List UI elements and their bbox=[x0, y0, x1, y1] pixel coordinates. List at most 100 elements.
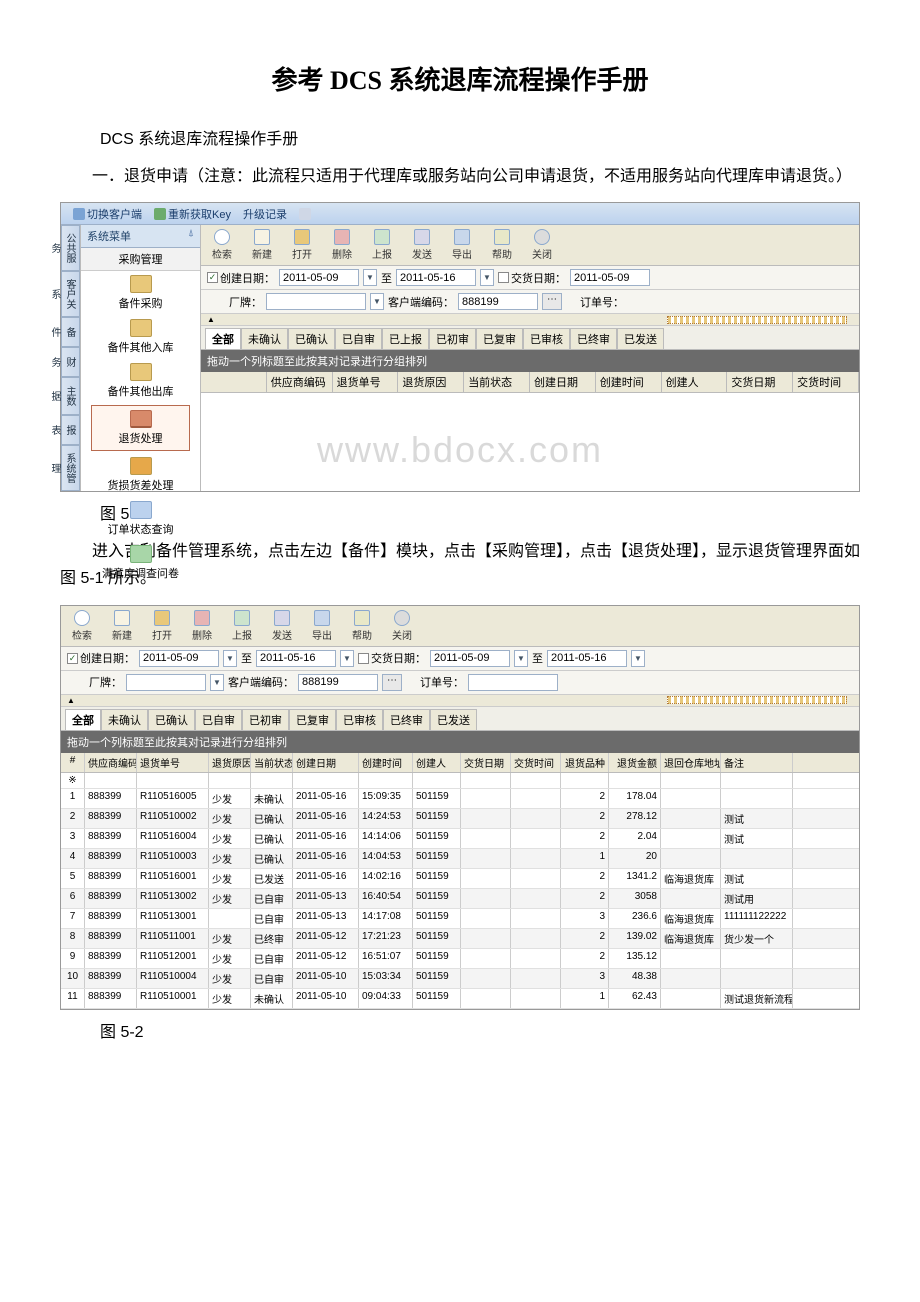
column-header[interactable]: 创建时间 bbox=[596, 372, 662, 392]
module-tab[interactable]: 主数据 bbox=[61, 377, 80, 415]
collapse-bar[interactable] bbox=[667, 316, 847, 324]
export-button[interactable]: 导出 bbox=[307, 610, 337, 642]
send-button[interactable]: 发送 bbox=[267, 610, 297, 642]
new-button[interactable]: 新建 bbox=[107, 610, 137, 642]
table-row[interactable]: 6888399R110513002少发已自审2011-05-1316:40:54… bbox=[61, 889, 859, 909]
column-header[interactable]: 交货日期 bbox=[727, 372, 793, 392]
column-header[interactable]: 退货原因 bbox=[398, 372, 464, 392]
column-header[interactable]: 供应商编码 bbox=[267, 372, 333, 392]
create-from-input[interactable]: 2011-05-09 bbox=[139, 650, 219, 667]
reget-key-button[interactable]: 重新获取Key bbox=[154, 206, 231, 222]
close-button[interactable]: 关闭 bbox=[527, 229, 557, 261]
search-button[interactable]: 检索 bbox=[67, 610, 97, 642]
column-header[interactable]: 创建日期 bbox=[530, 372, 596, 392]
search-button[interactable]: 检索 bbox=[207, 229, 237, 261]
status-tab[interactable]: 未确认 bbox=[241, 328, 288, 349]
table-row[interactable]: 8888399R110511001少发已终审2011-05-1217:21:23… bbox=[61, 929, 859, 949]
new-button[interactable]: 新建 bbox=[247, 229, 277, 261]
column-header[interactable]: 退回仓库地址 bbox=[661, 753, 721, 772]
create-date-check[interactable]: ✓ bbox=[67, 653, 78, 664]
tree-item[interactable]: 备件其他入库 bbox=[81, 315, 200, 359]
table-row[interactable]: 1888399R110516005少发未确认2011-05-1615:09:35… bbox=[61, 789, 859, 809]
open-button[interactable]: 打开 bbox=[147, 610, 177, 642]
brand-input[interactable] bbox=[266, 293, 366, 310]
close-button[interactable]: 关闭 bbox=[387, 610, 417, 642]
column-header[interactable]: 交货时间 bbox=[511, 753, 561, 772]
status-tab[interactable]: 未确认 bbox=[101, 709, 148, 730]
module-tab[interactable]: 财务 bbox=[61, 347, 80, 377]
status-tab[interactable]: 已发送 bbox=[430, 709, 477, 730]
status-tab[interactable]: 已终审 bbox=[570, 328, 617, 349]
status-tab[interactable]: 已审核 bbox=[523, 328, 570, 349]
module-tab[interactable]: 报表 bbox=[61, 415, 80, 445]
module-tab[interactable]: 公共服务 bbox=[61, 225, 80, 271]
help-button[interactable]: 帮助 bbox=[347, 610, 377, 642]
brand-input[interactable] bbox=[126, 674, 206, 691]
create-from-input[interactable]: 2011-05-09 bbox=[279, 269, 359, 286]
table-row[interactable]: 7888399R110513001已自审2011-05-1314:17:0850… bbox=[61, 909, 859, 929]
deliver-date-check[interactable] bbox=[498, 272, 509, 283]
dropdown-icon[interactable]: ▼ bbox=[363, 269, 377, 286]
status-tab[interactable]: 已终审 bbox=[383, 709, 430, 730]
del-button[interactable]: 删除 bbox=[187, 610, 217, 642]
column-header[interactable]: 当前状态 bbox=[464, 372, 530, 392]
column-header[interactable]: 退货单号 bbox=[333, 372, 399, 392]
column-header[interactable] bbox=[201, 372, 267, 392]
collapse-caret-icon[interactable]: ▲ bbox=[67, 696, 75, 705]
column-header[interactable]: 供应商编码 bbox=[85, 753, 137, 772]
send-button[interactable]: 发送 bbox=[407, 229, 437, 261]
status-tab[interactable]: 已初审 bbox=[242, 709, 289, 730]
report-button[interactable]: 上报 bbox=[227, 610, 257, 642]
status-tab[interactable]: 全部 bbox=[65, 709, 101, 730]
status-tab[interactable]: 已复审 bbox=[476, 328, 523, 349]
window-icon[interactable] bbox=[299, 208, 311, 220]
lookup-button[interactable]: ⋯ bbox=[542, 293, 562, 310]
module-tab[interactable]: 备件 bbox=[61, 317, 80, 347]
tree-item[interactable]: 退货处理 bbox=[91, 405, 190, 451]
tree-item[interactable]: 备件其他出库 bbox=[81, 359, 200, 403]
status-tab[interactable]: 已初审 bbox=[429, 328, 476, 349]
lookup-button[interactable]: ⋯ bbox=[382, 674, 402, 691]
pin-icon[interactable]: ⍋ bbox=[188, 228, 194, 244]
status-tab[interactable]: 已确认 bbox=[148, 709, 195, 730]
client-code-input[interactable]: 888199 bbox=[458, 293, 538, 310]
table-row[interactable]: 9888399R110512001少发已自审2011-05-1216:51:07… bbox=[61, 949, 859, 969]
deliver-to-input[interactable]: 2011-05-16 bbox=[547, 650, 627, 667]
dropdown-icon[interactable]: ▼ bbox=[631, 650, 645, 667]
column-header[interactable]: 退货原因 bbox=[209, 753, 251, 772]
status-tab[interactable]: 已自审 bbox=[335, 328, 382, 349]
column-header[interactable]: 备注 bbox=[721, 753, 793, 772]
column-header[interactable]: # bbox=[61, 753, 85, 772]
create-to-input[interactable]: 2011-05-16 bbox=[396, 269, 476, 286]
help-button[interactable]: 帮助 bbox=[487, 229, 517, 261]
column-header[interactable]: 创建人 bbox=[413, 753, 461, 772]
upgrade-log-button[interactable]: 升级记录 bbox=[243, 206, 287, 222]
status-tab[interactable]: 已复审 bbox=[289, 709, 336, 730]
status-tab[interactable]: 已确认 bbox=[288, 328, 335, 349]
client-code-input[interactable]: 888199 bbox=[298, 674, 378, 691]
deliver-from-input[interactable]: 2011-05-09 bbox=[430, 650, 510, 667]
column-header[interactable]: 退货品种 bbox=[561, 753, 609, 772]
table-row[interactable]: 10888399R110510004少发已自审2011-05-1015:03:3… bbox=[61, 969, 859, 989]
table-row[interactable]: 3888399R110516004少发已确认2011-05-1614:14:06… bbox=[61, 829, 859, 849]
dropdown-icon[interactable]: ▼ bbox=[340, 650, 354, 667]
collapse-caret-icon[interactable]: ▲ bbox=[207, 315, 215, 324]
dropdown-icon[interactable]: ▼ bbox=[480, 269, 494, 286]
column-header[interactable]: 创建时间 bbox=[359, 753, 413, 772]
column-header[interactable]: 当前状态 bbox=[251, 753, 293, 772]
report-button[interactable]: 上报 bbox=[367, 229, 397, 261]
column-header[interactable]: 交货日期 bbox=[461, 753, 511, 772]
table-row[interactable]: 11888399R110510001少发未确认2011-05-1009:04:3… bbox=[61, 989, 859, 1009]
export-button[interactable]: 导出 bbox=[447, 229, 477, 261]
status-tab[interactable]: 已自审 bbox=[195, 709, 242, 730]
column-header[interactable]: 退货金额 bbox=[609, 753, 661, 772]
column-header[interactable]: 创建人 bbox=[662, 372, 728, 392]
status-tab[interactable]: 全部 bbox=[205, 328, 241, 349]
dropdown-icon[interactable]: ▼ bbox=[210, 674, 224, 691]
status-tab[interactable]: 已发送 bbox=[617, 328, 664, 349]
tree-header[interactable]: 采购管理 bbox=[81, 248, 200, 271]
tree-item[interactable]: 满意度调查问卷 bbox=[81, 541, 200, 585]
dropdown-icon[interactable]: ▼ bbox=[223, 650, 237, 667]
column-header[interactable]: 交货时间 bbox=[793, 372, 859, 392]
deliver-date-input[interactable]: 2011-05-09 bbox=[570, 269, 650, 286]
